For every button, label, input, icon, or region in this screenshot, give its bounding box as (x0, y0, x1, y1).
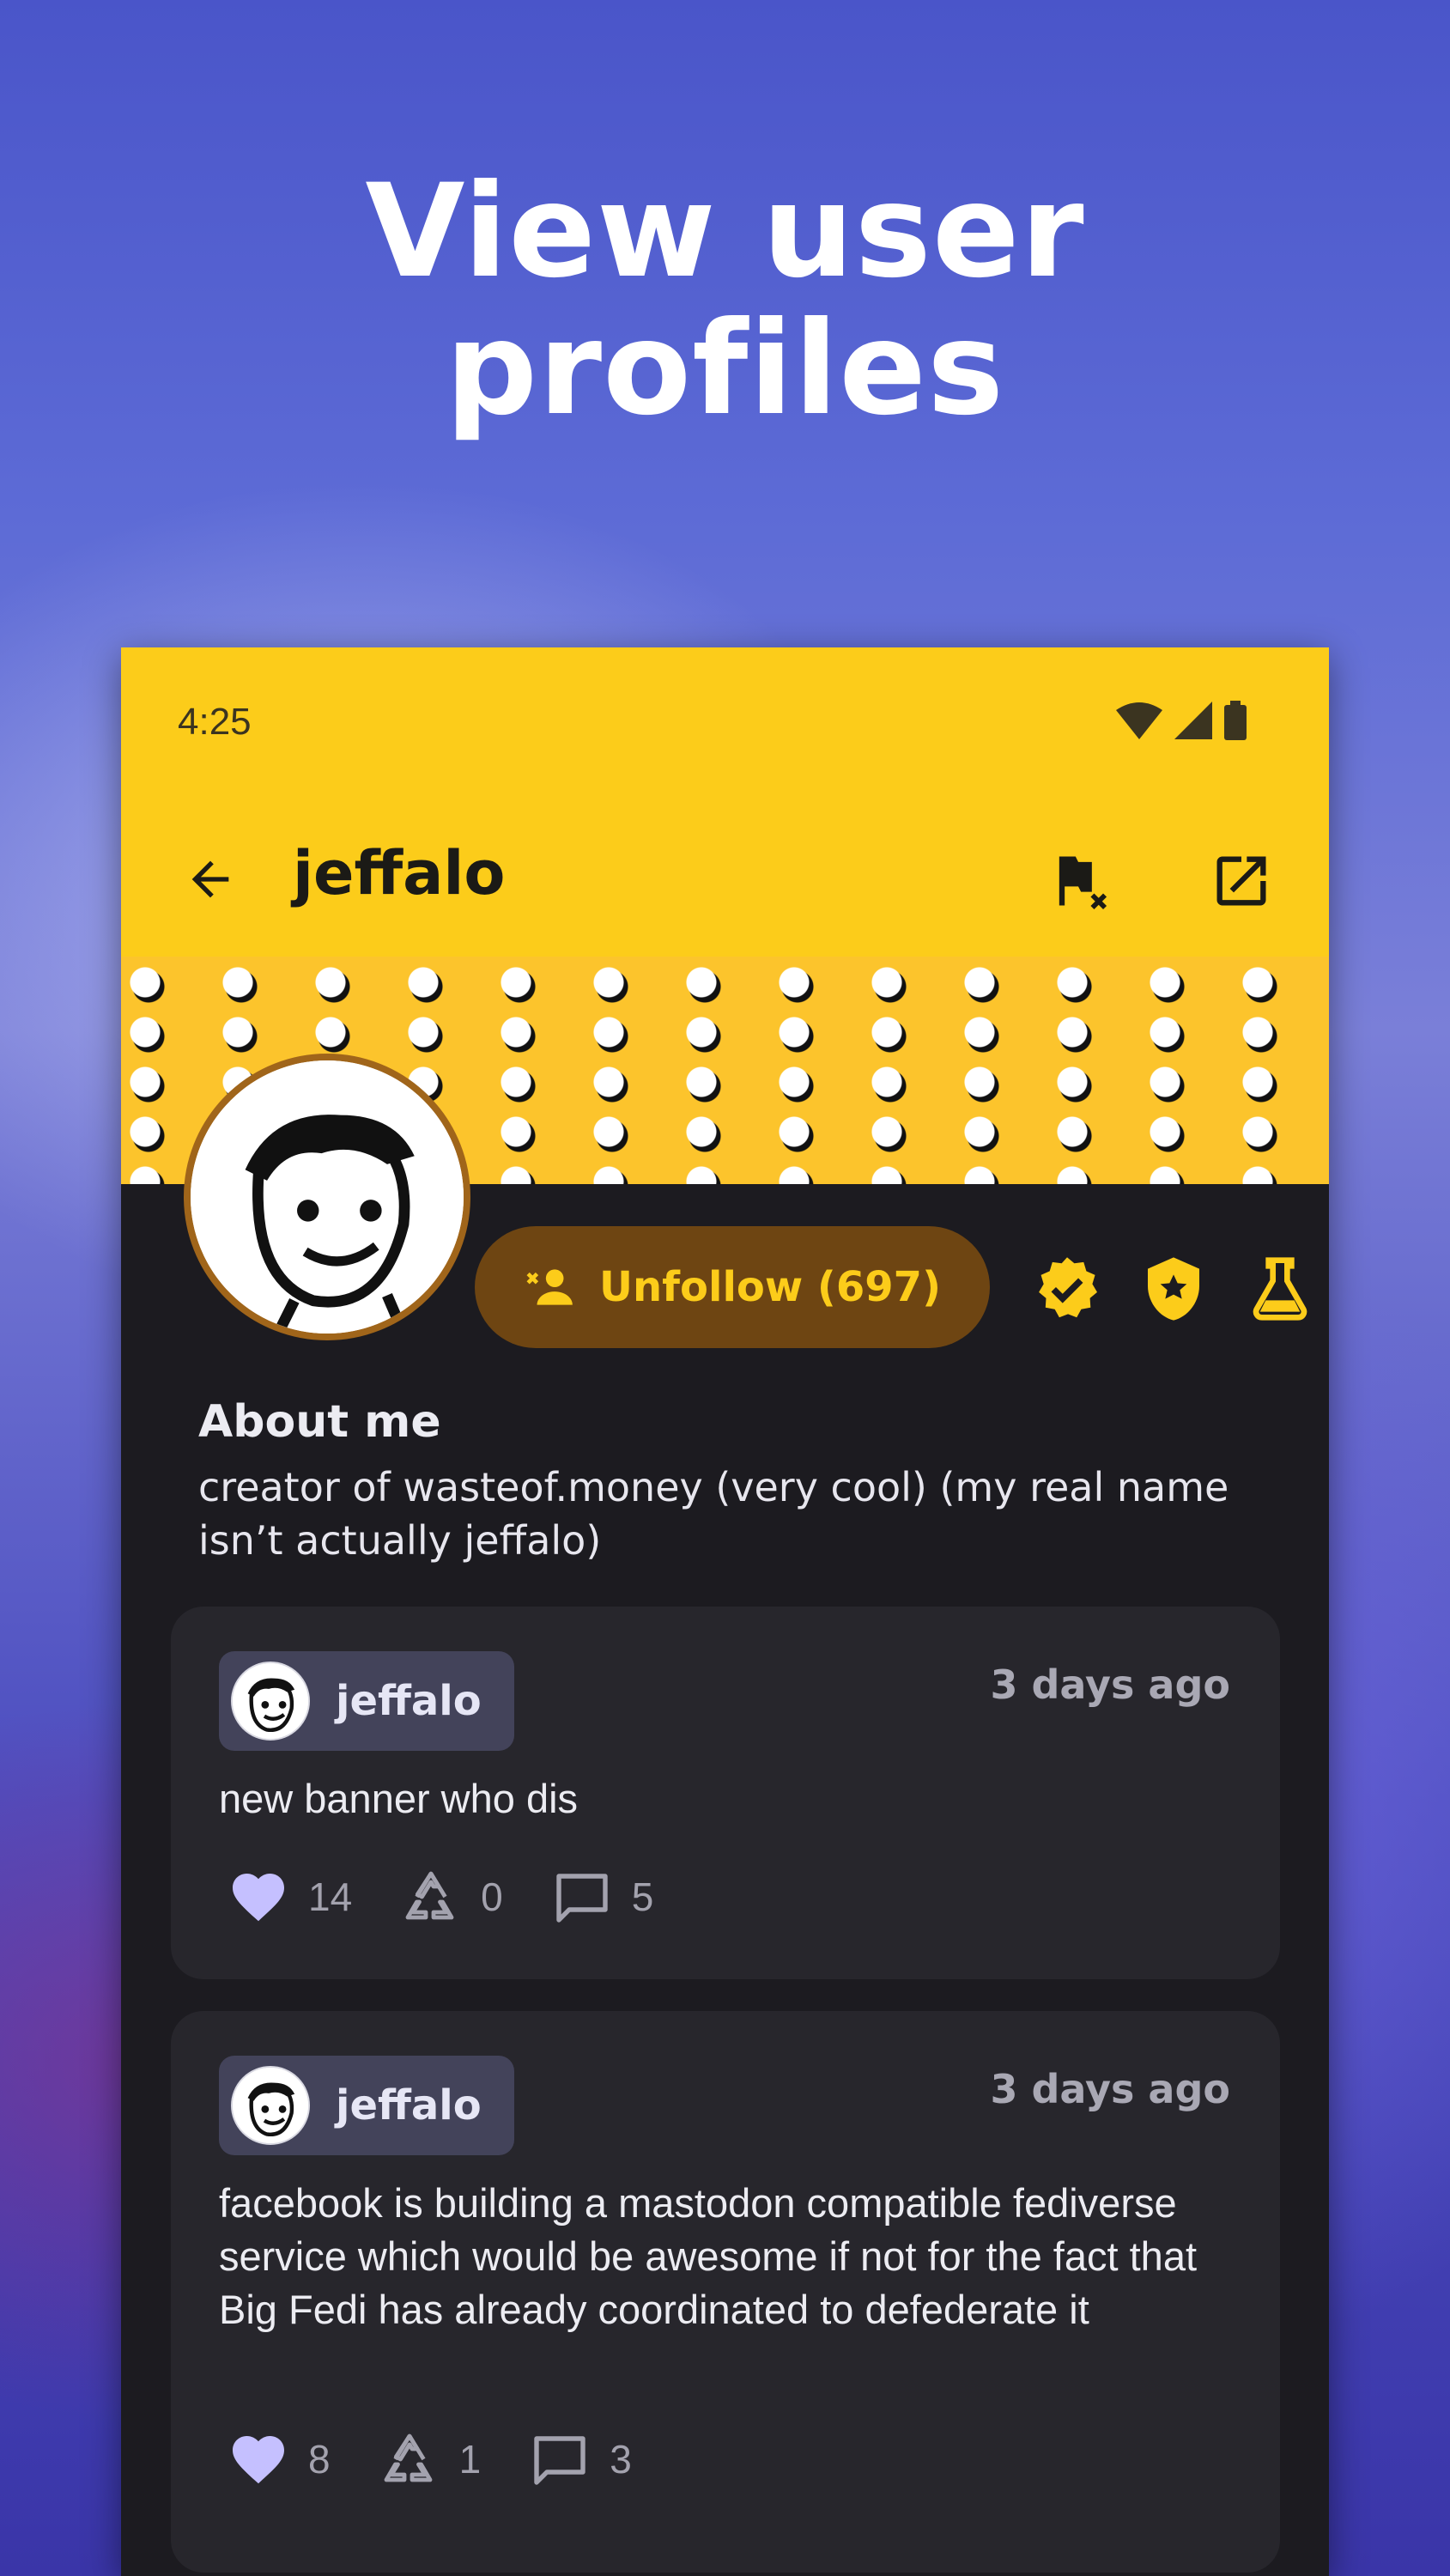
post-time: 3 days ago (990, 1662, 1230, 1708)
hero-title-line1: View user (365, 157, 1085, 307)
repost-button[interactable]: 1 (379, 2428, 482, 2490)
unfollow-button[interactable]: Unfollow (697) (475, 1226, 990, 1348)
repost-icon (384, 2433, 432, 2482)
chip-avatar (231, 1662, 310, 1741)
person-remove-icon (526, 1269, 573, 1305)
status-icons (1116, 701, 1247, 740)
avatar (184, 1054, 470, 1340)
repost-count: 1 (458, 2437, 482, 2482)
avatar-drawing (233, 1663, 308, 1739)
heart-icon (233, 1874, 284, 1922)
open-in-browser-button[interactable] (1205, 845, 1277, 917)
admin-badge[interactable] (1138, 1253, 1210, 1325)
post-card[interactable]: jeffalo 3 days ago new banner who dis 14… (171, 1607, 1280, 1979)
back-arrow-icon (191, 860, 229, 898)
avatar-drawing (233, 2068, 308, 2143)
flag-icon (1059, 856, 1107, 910)
comment-count: 3 (610, 2437, 632, 2482)
like-count: 14 (308, 1874, 353, 1919)
post-time: 3 days ago (990, 2066, 1230, 2112)
wifi-icon (1116, 702, 1162, 739)
back-button[interactable] (176, 845, 245, 914)
flask-icon (1253, 1257, 1307, 1321)
signal-icon (1174, 702, 1212, 739)
like-button[interactable]: 14 (228, 1866, 352, 1928)
verified-badge[interactable] (1031, 1253, 1103, 1325)
comment-button[interactable]: 3 (529, 2428, 632, 2490)
heart-icon (233, 2436, 284, 2484)
avatar-drawing (191, 1060, 464, 1334)
repost-count: 0 (481, 1874, 503, 1919)
comment-count: 5 (631, 1874, 654, 1919)
author-chip[interactable]: jeffalo (219, 1651, 514, 1751)
chip-avatar (231, 2066, 310, 2145)
page-title: jeffalo (293, 838, 506, 908)
repost-button[interactable]: 0 (400, 1866, 503, 1928)
post-card[interactable]: jeffalo 3 days ago facebook is building … (171, 2011, 1280, 2573)
about-text: creator of wasteof.money (very cool) (my… (198, 1464, 1229, 1564)
comment-icon (556, 1874, 608, 1923)
author-chip[interactable]: jeffalo (219, 2056, 514, 2155)
comment-button[interactable]: 5 (551, 1866, 654, 1928)
comment-icon (534, 2436, 585, 2485)
post-actions: 8 1 3 (228, 2428, 680, 2490)
open-external-icon (1216, 856, 1266, 906)
repost-icon (405, 1871, 454, 1920)
like-count: 8 (308, 2437, 331, 2482)
phone-screen: 4:25 jeffalo Unfollow (697) About me cre… (121, 647, 1329, 2576)
unfollow-label: Unfollow (697) (598, 1263, 941, 1311)
status-bar: 4:25 (121, 647, 1329, 802)
author-name: jeffalo (336, 1677, 482, 1725)
post-actions: 14 0 5 (228, 1866, 701, 1928)
post-text: new banner who dis (219, 1776, 579, 1821)
post-text: facebook is building a mastodon compatib… (219, 2180, 1198, 2332)
report-button[interactable] (1042, 845, 1114, 917)
like-button[interactable]: 8 (228, 2428, 331, 2490)
hero-title: View user profiles (0, 163, 1450, 438)
about-title: About me (198, 1396, 441, 1448)
hero-title-line2: profiles (445, 295, 1005, 444)
status-time: 4:25 (178, 701, 252, 743)
beta-tester-badge[interactable] (1244, 1253, 1316, 1325)
app-bar: jeffalo (121, 802, 1329, 957)
shield-star-icon (1148, 1257, 1199, 1321)
verified-badge-icon (1039, 1257, 1097, 1318)
author-name: jeffalo (336, 2081, 482, 2129)
battery-icon (1224, 701, 1247, 740)
